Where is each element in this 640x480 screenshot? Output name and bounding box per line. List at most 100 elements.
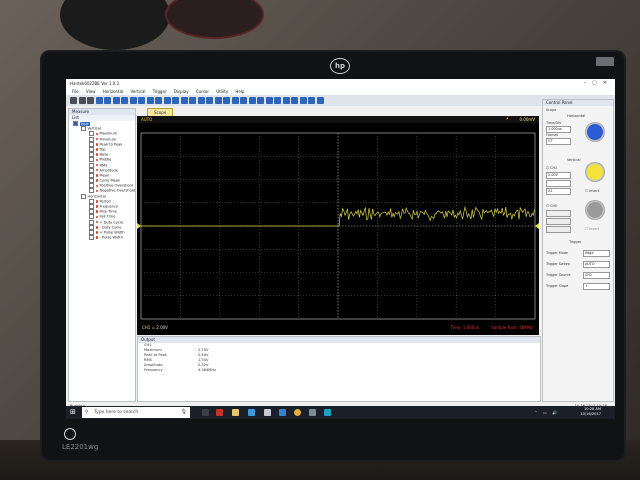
file-explorer-icon[interactable] <box>232 409 239 416</box>
ch2-volt-knob[interactable] <box>585 200 605 220</box>
toolbar-button[interactable] <box>172 97 179 104</box>
toolbar-button[interactable] <box>308 97 315 104</box>
trigger-edge-icon: ⚡ <box>505 116 509 122</box>
toolbar-button[interactable] <box>197 97 205 104</box>
toolbar-button[interactable] <box>231 97 239 104</box>
taskbar-search-box[interactable]: ⚲ Type here to search 🎙 <box>82 407 190 418</box>
format-select[interactable]: Y-T <box>546 138 571 145</box>
toolbar-button[interactable] <box>155 97 162 104</box>
toolbar-button[interactable] <box>299 97 307 104</box>
toolbar-button[interactable] <box>189 97 196 104</box>
toolbar <box>66 95 615 106</box>
windows-start-icon[interactable]: ⊞ <box>70 409 77 416</box>
system-tray-icons[interactable]: ⌃ ▭ 🔊 <box>534 410 559 415</box>
toolbar-button[interactable] <box>257 97 264 104</box>
menu-file[interactable]: File <box>72 88 79 95</box>
ch1-probe-select[interactable]: X1 <box>546 188 571 195</box>
waveform-canvas[interactable] <box>137 123 539 335</box>
channel-readout: CH1 = 2.00V <box>142 325 168 330</box>
menu-view[interactable]: View <box>86 88 96 95</box>
microphone-icon[interactable]: 🎙 <box>181 407 187 418</box>
task-view-icon[interactable] <box>202 409 209 416</box>
tree-item-label: Horizontal <box>87 194 106 199</box>
toolbar-button[interactable] <box>112 97 120 104</box>
menu-help[interactable]: Help <box>235 88 244 95</box>
toolbar-button[interactable] <box>291 97 298 104</box>
ch1-checkbox[interactable]: ☑ CH1 <box>546 166 557 170</box>
ch1-level-marker[interactable] <box>137 223 141 229</box>
toolbar-button[interactable] <box>129 97 137 104</box>
menu-display[interactable]: Display <box>174 88 189 95</box>
tree-item[interactable]: - Pulse Width <box>69 235 135 241</box>
checkbox-icon[interactable] <box>89 235 94 241</box>
measure-item-icon <box>95 174 98 177</box>
tree-item-label: Peak to Peak <box>99 142 123 147</box>
ch2-coupling-select[interactable] <box>546 218 571 225</box>
ch1-volt-knob[interactable] <box>585 162 605 182</box>
ch1-invert-checkbox[interactable]: ☐ Invert <box>585 189 599 193</box>
measure-item-icon <box>95 168 98 172</box>
menu-horizontal[interactable]: Horizontal <box>103 88 123 95</box>
taskbar: ⊞ ⚲ Type here to search 🎙 ⌃ ▭ 🔊 10:28 AM… <box>66 406 615 419</box>
ch2-probe-select[interactable] <box>546 226 571 233</box>
toolbar-button[interactable] <box>95 97 103 104</box>
toolbar-button[interactable] <box>180 97 188 104</box>
app-icon[interactable] <box>309 409 316 416</box>
ch2-invert-checkbox[interactable]: ☐ Invert <box>585 227 599 231</box>
time-div-knob[interactable] <box>585 122 605 142</box>
toolbar-button[interactable] <box>265 97 273 104</box>
tree-item-label: Top <box>99 147 106 152</box>
scope-display[interactable] <box>137 123 539 335</box>
trigger-setting-select[interactable]: CH1 <box>583 272 610 279</box>
ch1-volt-select[interactable]: 2.00V <box>546 172 571 179</box>
toolbar-button[interactable] <box>70 97 77 104</box>
monitor-badge <box>596 57 614 66</box>
monitor-power-button[interactable] <box>64 428 76 440</box>
taskbar-clock[interactable]: 10:28 AM 10/16/2017 <box>580 407 601 417</box>
output-panel: Output CH1 Maximum 2.70V Peak to Peak 2.40V… <box>137 336 541 402</box>
toolbar-button[interactable] <box>206 97 213 104</box>
window-controls[interactable]: –▢✕ <box>584 79 613 88</box>
ch2-checkbox[interactable]: ☐ CH2 <box>546 204 557 208</box>
measure-item-icon <box>95 189 98 193</box>
toolbar-button[interactable] <box>274 97 281 104</box>
horizontal-section-title: Horizontal <box>567 114 586 118</box>
menu-cursor[interactable]: Cursor <box>196 88 209 95</box>
tree-item-label: Fall Time <box>99 214 116 219</box>
menu-utility[interactable]: Utility <box>216 88 228 95</box>
toolbar-button[interactable] <box>316 97 324 104</box>
mail-icon[interactable] <box>279 409 286 416</box>
trigger-level-marker[interactable] <box>535 223 539 229</box>
toolbar-button[interactable] <box>78 97 86 104</box>
office-app-icon[interactable] <box>216 409 223 416</box>
menu-vertical[interactable]: Vertical <box>130 88 145 95</box>
toolbar-button[interactable] <box>138 97 145 104</box>
menu-trigger[interactable]: Trigger <box>153 88 167 95</box>
sample-rate-readout: Sample Rate: 48MHz <box>491 325 533 330</box>
ch1-coupling-select[interactable] <box>546 180 571 187</box>
store-icon[interactable] <box>264 409 271 416</box>
hantek-app-icon[interactable] <box>324 409 331 416</box>
toolbar-button[interactable] <box>223 97 230 104</box>
trigger-setting-select[interactable]: + <box>583 283 610 290</box>
measurement-list: Maximum 2.70V Peak to Peak 2.40V RMS 1.55V Amp… <box>138 348 540 373</box>
toolbar-button[interactable] <box>248 97 256 104</box>
time-div-label: Time/DIV <box>546 121 562 125</box>
toolbar-button[interactable] <box>282 97 290 104</box>
measure-item-icon <box>95 236 98 239</box>
control-panel-tab[interactable]: Scope <box>546 108 556 112</box>
chrome-icon[interactable] <box>294 409 301 416</box>
toolbar-button[interactable] <box>146 97 154 104</box>
trigger-setting-select[interactable]: Edge <box>583 250 610 257</box>
edge-browser-icon[interactable] <box>248 409 255 416</box>
toolbar-button[interactable] <box>121 97 128 104</box>
toolbar-button[interactable] <box>87 97 94 104</box>
tree-item-label: Maximum <box>99 131 118 136</box>
toolbar-button[interactable] <box>104 97 111 104</box>
toolbar-button[interactable] <box>163 97 171 104</box>
toolbar-button[interactable] <box>240 97 247 104</box>
ch2-volt-select[interactable] <box>546 210 571 217</box>
trigger-setting-select[interactable]: AUTO <box>583 261 610 268</box>
time-div-select[interactable]: 1.000us <box>546 126 571 133</box>
toolbar-button[interactable] <box>214 97 222 104</box>
